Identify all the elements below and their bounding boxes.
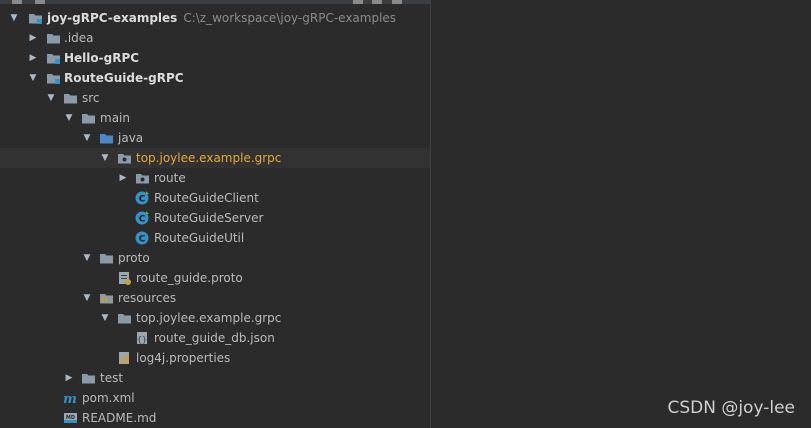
project-path: C:\z_workspace\joy-gRPC-examples [183,11,397,25]
markdown-icon: MD [64,413,77,423]
chevron-right-icon[interactable]: ▶ [63,368,75,388]
project-tree-panel: ▼ joy-gRPC-examples C:\z_workspace\joy-gR… [0,0,431,428]
tree-label: RouteGuideClient [154,191,259,205]
tree-label: route_guide_db.json [154,331,275,345]
svg-text:{}: {} [137,335,147,344]
chevron-down-icon[interactable]: ▼ [99,148,111,168]
toolbar-icon[interactable] [12,0,22,4]
folder-icon [100,254,113,264]
properties-file-icon [119,352,129,364]
chevron-down-icon[interactable]: ▼ [81,288,93,308]
tree-row-pom-xml[interactable]: m pom.xml [0,388,430,408]
tree-row-routeguide-grpc[interactable]: ▼ RouteGuide-gRPC [0,68,430,88]
tree-row-project-root[interactable]: ▼ joy-gRPC-examples C:\z_workspace\joy-gR… [0,8,430,28]
tree-label: proto [118,251,150,265]
folder-icon [47,34,60,44]
editor-area [431,0,811,428]
tree-row-routeguideclient[interactable]: C RouteGuideClient [0,188,430,208]
svg-text:m: m [63,392,77,405]
tree-label: Hello-gRPC [64,51,140,65]
chevron-right-icon[interactable]: ▶ [27,28,39,48]
folder-icon [82,114,95,124]
tree-row-java[interactable]: ▼ java [0,128,430,148]
toolbar-icon[interactable] [353,0,363,4]
folder-icon [118,314,131,324]
tree-label: resources [118,291,177,305]
tree-row-resources-package[interactable]: ▼ top.joylee.example.grpc [0,308,430,328]
chevron-down-icon[interactable]: ▼ [27,68,39,88]
chevron-down-icon[interactable]: ▼ [81,248,93,268]
tree-label: RouteGuideServer [154,211,264,225]
tree-row-hello-grpc[interactable]: ▶ Hello-gRPC [0,48,430,68]
tree-row-resources[interactable]: ▼ resources [0,288,430,308]
package-icon [136,174,149,184]
chevron-down-icon[interactable]: ▼ [45,88,57,108]
chevron-down-icon[interactable]: ▼ [81,128,93,148]
tree-row-route-guide-db-json[interactable]: {} route_guide_db.json [0,328,430,348]
svg-text:MD: MD [66,415,75,421]
project-name: joy-gRPC-examples [47,11,178,25]
tree-label: src [82,91,100,105]
chevron-down-icon[interactable]: ▼ [8,8,20,28]
svg-text:C: C [139,215,146,225]
json-file-icon: {} [137,332,147,344]
tree-label: route_guide.proto [136,271,243,285]
panel-toolbar [0,0,430,4]
toolbar-icon[interactable] [392,0,402,4]
toolbar-icon[interactable] [372,0,382,4]
chevron-down-icon[interactable]: ▼ [99,308,111,328]
watermark: CSDN @joy-lee [667,398,795,418]
tree-label: top.joylee.example.grpc [136,311,282,325]
package-icon [118,154,131,164]
tree-label: test [100,371,124,385]
toolbar-icon[interactable] [35,0,45,4]
tree-label: .idea [64,31,94,45]
tree-row-log4j-properties[interactable]: log4j.properties [0,348,430,368]
source-folder-icon [100,134,113,144]
module-folder-icon [47,54,60,64]
module-folder-icon [47,74,60,84]
chevron-right-icon[interactable]: ▶ [27,48,39,68]
tree-label: README.md [82,411,157,425]
java-class-icon: C [135,231,149,245]
proto-file-icon [119,272,131,285]
tree-row-route[interactable]: ▶ route [0,168,430,188]
chevron-down-icon[interactable]: ▼ [63,108,75,128]
tree-label: main [100,111,130,125]
resources-folder-icon [100,294,113,304]
svg-text:C: C [139,235,146,245]
tree-row-src[interactable]: ▼ src [0,88,430,108]
tree-row-test[interactable]: ▶ test [0,368,430,388]
tree-label: RouteGuide-gRPC [64,71,184,85]
tree-label: top.joylee.example.grpc [136,151,282,165]
maven-icon: m [63,392,77,405]
svg-text:C: C [139,195,146,205]
folder-icon [82,374,95,384]
chevron-right-icon[interactable]: ▶ [117,168,129,188]
folder-icon [64,94,77,104]
tree-label: pom.xml [82,391,135,405]
java-class-icon: C [135,211,149,225]
tree-label: RouteGuideUtil [154,231,245,245]
tree-row-idea[interactable]: ▶ .idea [0,28,430,48]
tree-row-proto[interactable]: ▼ proto [0,248,430,268]
tree-row-routeguideserver[interactable]: C RouteGuideServer [0,208,430,228]
tree-label: java [118,131,144,145]
java-class-icon: C [135,191,149,205]
tree-label: log4j.properties [136,351,231,365]
module-folder-icon [29,14,42,24]
tree-row-routeguideutil[interactable]: C RouteGuideUtil [0,228,430,248]
tree-row-readme-md[interactable]: MD README.md [0,408,430,428]
tree-row-route-guide-proto[interactable]: route_guide.proto [0,268,430,288]
tree-row-main[interactable]: ▼ main [0,108,430,128]
tree-row-package-selected[interactable]: ▼ top.joylee.example.grpc [0,148,430,168]
tree-label: route [154,171,186,185]
